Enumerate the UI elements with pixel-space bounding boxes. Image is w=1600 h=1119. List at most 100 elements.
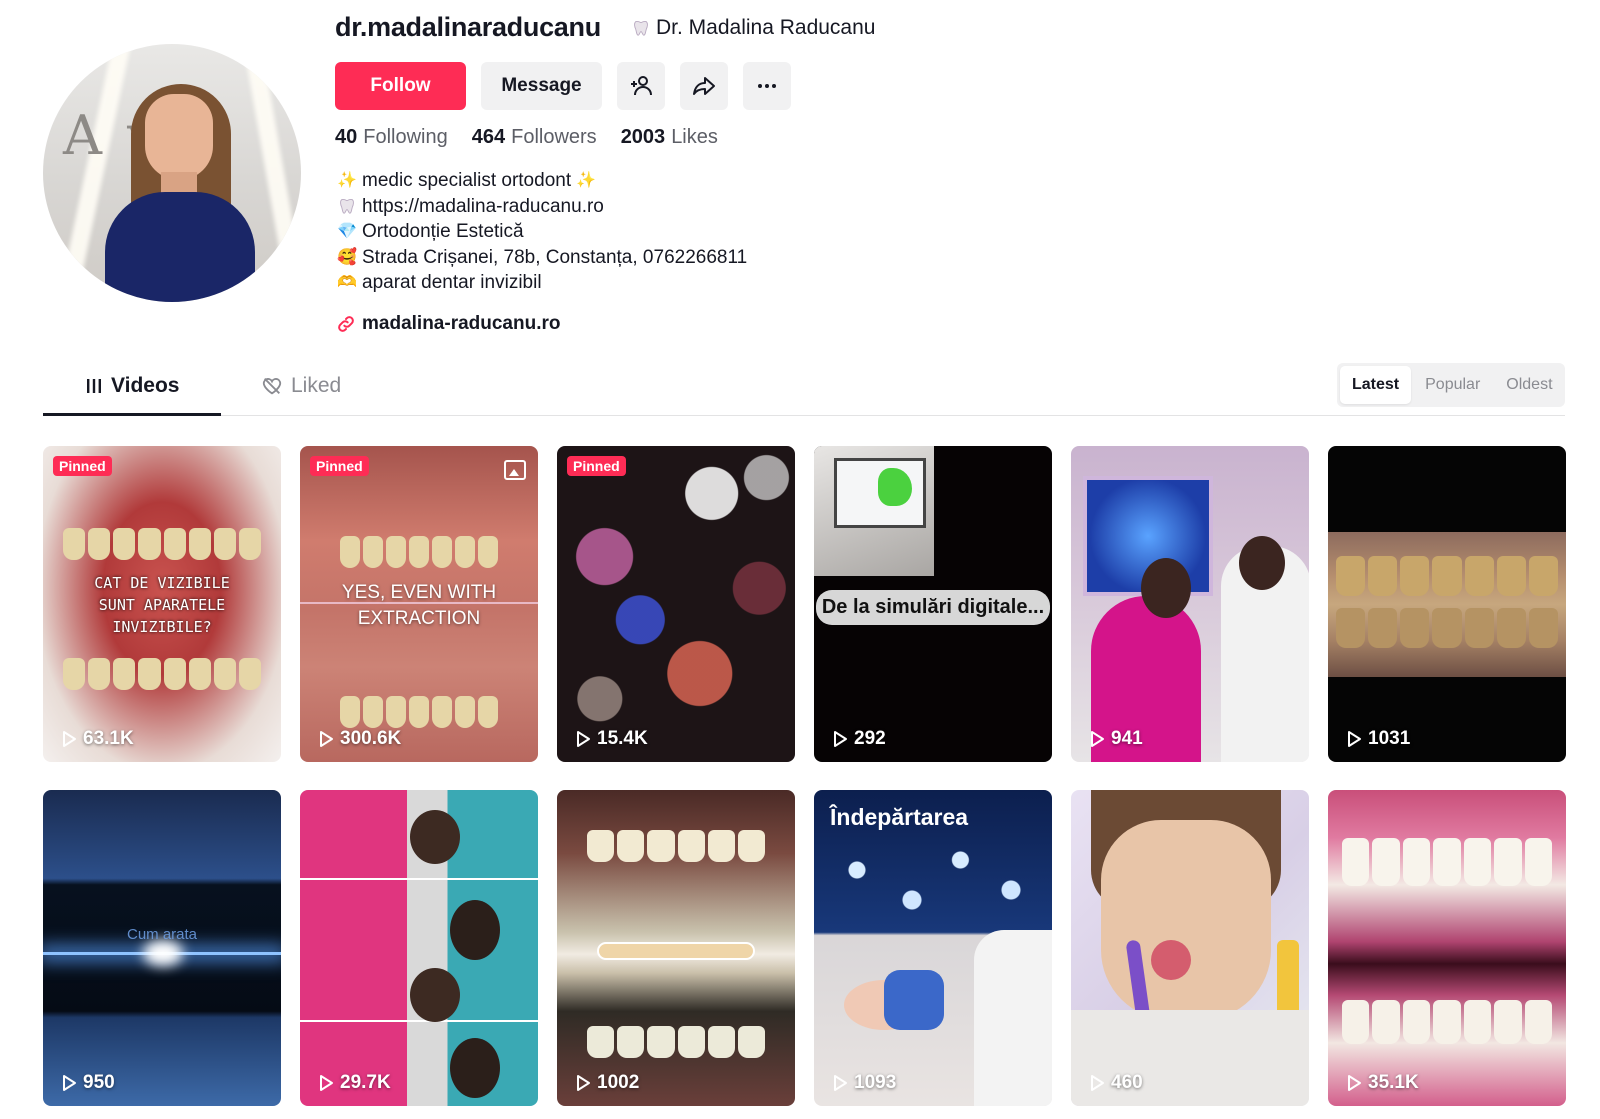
views-count: 460 [1111, 1072, 1143, 1093]
sort-oldest[interactable]: Oldest [1494, 366, 1564, 404]
follow-button[interactable]: Follow [335, 62, 466, 110]
views-count: 35.1K [1368, 1072, 1419, 1093]
video-caption: Cum arata [126, 926, 198, 943]
video-card[interactable]: Îndepărtarea 1093 [814, 790, 1052, 1106]
video-views: 292 [832, 728, 886, 750]
bio-line: 🥰 Strada Crișanei, 78b, Constanța, 07622… [336, 245, 747, 271]
views-count: 1031 [1368, 728, 1411, 749]
views-count: 15.4K [597, 728, 648, 749]
stat-followers[interactable]: 464 Followers [472, 126, 597, 149]
pinned-badge: Pinned [567, 456, 626, 476]
following-count: 40 [335, 126, 358, 148]
views-count: 1002 [597, 1072, 640, 1093]
heart-hands-icon: 🫶 [337, 274, 357, 292]
tooth-icon [340, 199, 354, 215]
video-card[interactable]: Pinned 15.4K [557, 446, 795, 762]
profile-bio: ✨ medic specialist ortodont ✨ https://ma… [336, 168, 747, 296]
profile-avatar: A ver [43, 44, 301, 302]
bio-line: 💎 Ortodonție Estetică [336, 219, 747, 245]
video-grid: Pinned CAT DE VIZIBILE SUNT APARATELE IN… [43, 446, 1566, 1106]
share-button[interactable] [680, 62, 728, 110]
profile-stats: 40 Following 464 Followers 2003 Likes [335, 126, 718, 149]
play-icon [577, 1075, 590, 1091]
photo-gallery-icon [504, 460, 526, 480]
nickname: Dr. Madalina Raducanu [632, 16, 875, 40]
more-button[interactable] [743, 62, 791, 110]
video-card[interactable]: Pinned YES, EVEN WITH EXTRACTION 300.6K [300, 446, 538, 762]
video-views: 941 [1089, 728, 1143, 750]
play-icon [63, 1075, 76, 1091]
views-count: 63.1K [83, 728, 134, 749]
video-views: 1002 [575, 1072, 639, 1094]
tab-videos[interactable]: Videos [85, 374, 179, 398]
play-icon [1091, 1075, 1104, 1091]
bio-text: aparat dentar invizibil [362, 272, 542, 294]
video-card[interactable]: 35.1K [1328, 790, 1566, 1106]
sort-toggle: Latest Popular Oldest [1337, 363, 1565, 407]
video-views: 300.6K [318, 728, 401, 750]
tab-liked-label: Liked [291, 374, 342, 397]
more-icon [758, 84, 776, 88]
grid-icon [87, 379, 101, 393]
message-button[interactable]: Message [481, 62, 602, 110]
video-card[interactable]: 1031 [1328, 446, 1566, 762]
bio-line: 🫶 aparat dentar invizibil [336, 270, 747, 296]
video-card[interactable]: Cum arata 950 [43, 790, 281, 1106]
username: dr.madalinaraducanu [335, 12, 601, 42]
video-views: 950 [61, 1072, 115, 1094]
video-views: 35.1K [1346, 1072, 1419, 1094]
stat-following[interactable]: 40 Following [335, 126, 448, 149]
bio-text: Strada Crișanei, 78b, Constanța, 0762266… [362, 246, 748, 268]
bio-text: https://madalina-raducanu.ro [362, 195, 604, 217]
bio-text: medic specialist ortodont [362, 170, 572, 191]
video-card[interactable]: De la simulări digitale... 292 [814, 446, 1052, 762]
pinned-badge: Pinned [310, 456, 369, 476]
video-views: 63.1K [61, 728, 134, 750]
video-caption: YES, EVEN WITH EXTRACTION [341, 582, 497, 629]
sort-latest[interactable]: Latest [1340, 366, 1412, 404]
play-icon [63, 731, 76, 747]
play-icon [1091, 731, 1104, 747]
play-icon [834, 731, 847, 747]
following-label: Following [363, 126, 448, 148]
followers-count: 464 [471, 126, 506, 148]
views-count: 300.6K [340, 728, 402, 749]
profile-link[interactable]: madalina-raducanu.ro [336, 313, 561, 335]
video-caption: CAT DE VIZIBILE SUNT APARATELE INVIZIBIL… [94, 574, 230, 636]
link-text: madalina-raducanu.ro [362, 313, 561, 334]
bio-line: ✨ medic specialist ortodont ✨ [336, 168, 747, 194]
play-icon [577, 731, 590, 747]
likes-label: Likes [671, 126, 718, 148]
video-views: 1093 [832, 1072, 896, 1094]
sort-popular[interactable]: Popular [1413, 366, 1492, 404]
pinned-badge: Pinned [53, 456, 112, 476]
video-card[interactable]: 941 [1071, 446, 1309, 762]
play-icon [320, 731, 333, 747]
share-icon [693, 77, 715, 95]
video-card[interactable]: 460 [1071, 790, 1309, 1106]
video-card[interactable]: 29.7K [300, 790, 538, 1106]
views-count: 1093 [854, 1072, 897, 1093]
video-views: 1031 [1346, 728, 1410, 750]
play-icon [320, 1075, 333, 1091]
likes-count: 2003 [620, 126, 666, 148]
play-icon [1348, 731, 1361, 747]
gem-icon: 💎 [337, 223, 357, 241]
video-card[interactable]: Pinned CAT DE VIZIBILE SUNT APARATELE IN… [43, 446, 281, 762]
liked-hidden-icon [262, 378, 282, 395]
sparkles-icon: ✨ [576, 172, 597, 189]
video-views: 29.7K [318, 1072, 391, 1094]
sparkles-icon: ✨ [337, 172, 357, 189]
video-views: 15.4K [575, 728, 648, 750]
views-count: 950 [83, 1072, 115, 1093]
video-card[interactable]: 1002 [557, 790, 795, 1106]
views-count: 292 [854, 728, 886, 749]
bio-line: https://madalina-raducanu.ro [336, 194, 747, 220]
video-caption: Îndepărtarea [830, 804, 969, 830]
tab-liked[interactable]: Liked [261, 374, 341, 398]
nickname-text: Dr. Madalina Raducanu [656, 16, 876, 39]
play-icon [1348, 1075, 1361, 1091]
link-icon [338, 316, 354, 332]
add-friend-button[interactable] [617, 62, 665, 110]
video-caption: De la simulări digitale... [816, 590, 1050, 625]
